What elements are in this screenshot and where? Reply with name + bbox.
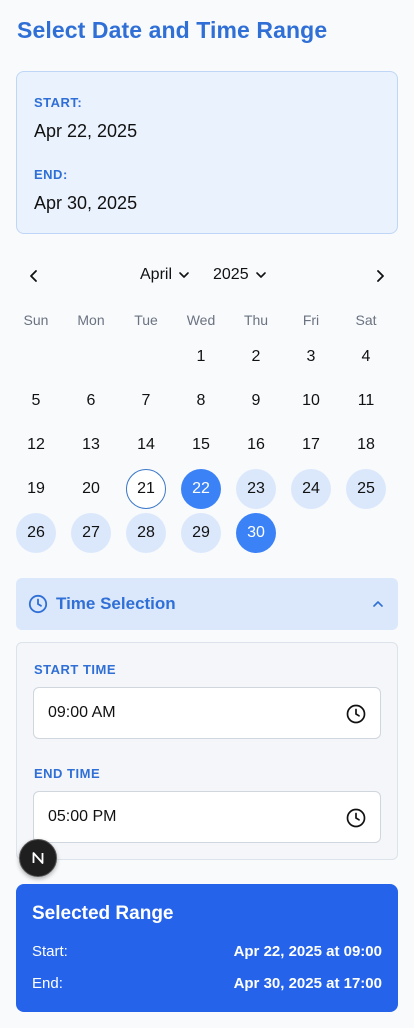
- start-date-value: Apr 22, 2025: [34, 121, 138, 141]
- selected-range-card: Selected Range Start: Apr 22, 2025 at 09…: [16, 884, 398, 1012]
- calendar-day[interactable]: 16: [236, 425, 276, 465]
- end-time-input[interactable]: 05:00 PM: [33, 791, 381, 843]
- time-selection-panel: START TIME 09:00 AM END TIME 05:00 PM: [16, 642, 398, 860]
- calendar-day[interactable]: 25: [346, 469, 386, 509]
- chevron-up-icon: [373, 601, 383, 607]
- prev-month-button[interactable]: [22, 264, 46, 288]
- page-title: Select Date and Time Range: [17, 17, 328, 43]
- weekday-label: Mon: [77, 312, 105, 328]
- weekday-label: Sat: [355, 312, 377, 328]
- end-label: END:: [34, 167, 68, 182]
- next-month-button[interactable]: [368, 264, 392, 288]
- time-selection-toggle[interactable]: Time Selection: [16, 578, 398, 630]
- start-time-input[interactable]: 09:00 AM: [33, 687, 381, 739]
- chevron-right-icon: [377, 270, 384, 282]
- calendar-day[interactable]: 28: [126, 513, 166, 553]
- result-end-key: End:: [32, 975, 63, 992]
- calendar-day[interactable]: 1: [181, 337, 221, 377]
- clock-icon: [28, 594, 48, 614]
- calendar-day[interactable]: 5: [16, 381, 56, 421]
- calendar-day[interactable]: 11: [346, 381, 386, 421]
- start-time-label: START TIME: [34, 662, 117, 677]
- clock-icon[interactable]: [345, 807, 367, 829]
- calendar-day[interactable]: 19: [16, 469, 56, 509]
- weekday-label: Thu: [243, 312, 269, 328]
- year-value: 2025: [213, 266, 249, 283]
- start-time-value: 09:00 AM: [48, 704, 116, 721]
- calendar-day[interactable]: 29: [181, 513, 221, 553]
- month-select[interactable]: April: [140, 266, 190, 284]
- weekday-label: Sun: [23, 312, 49, 328]
- result-start-value: Apr 22, 2025 at 09:00: [233, 943, 382, 960]
- end-time-label: END TIME: [34, 766, 101, 781]
- calendar-day[interactable]: 14: [126, 425, 166, 465]
- weekday-label: Wed: [186, 312, 216, 328]
- calendar-day[interactable]: 8: [181, 381, 221, 421]
- month-value: April: [140, 266, 173, 283]
- calendar-day[interactable]: 18: [346, 425, 386, 465]
- clock-icon[interactable]: [345, 703, 367, 725]
- year-select[interactable]: 2025: [213, 266, 267, 284]
- calendar-day[interactable]: 22: [181, 469, 221, 509]
- dev-tools-button[interactable]: [19, 839, 57, 877]
- calendar-day[interactable]: 24: [291, 469, 331, 509]
- n-logo-icon: [32, 852, 44, 864]
- calendar-day[interactable]: 2: [236, 337, 276, 377]
- result-end-value: Apr 30, 2025 at 17:00: [233, 975, 382, 992]
- calendar-day[interactable]: 23: [236, 469, 276, 509]
- calendar-day[interactable]: 4: [346, 337, 386, 377]
- calendar-day[interactable]: 13: [71, 425, 111, 465]
- calendar-day[interactable]: 17: [291, 425, 331, 465]
- calendar-day[interactable]: 7: [126, 381, 166, 421]
- weekday-label: Tue: [134, 312, 158, 328]
- calendar-day[interactable]: 3: [291, 337, 331, 377]
- chevron-left-icon: [30, 270, 37, 282]
- chevron-down-icon: [255, 272, 266, 278]
- range-summary: START: Apr 22, 2025 END: Apr 30, 2025: [16, 71, 398, 234]
- chevron-down-icon: [179, 272, 189, 278]
- calendar-day[interactable]: 26: [16, 513, 56, 553]
- weekday-label: Fri: [302, 312, 320, 328]
- time-selection-label: Time Selection: [56, 594, 176, 613]
- calendar-day[interactable]: 21: [126, 469, 166, 509]
- end-date-value: Apr 30, 2025: [34, 193, 138, 213]
- calendar-day[interactable]: 12: [16, 425, 56, 465]
- selected-range-title: Selected Range: [32, 903, 174, 924]
- result-start-key: Start:: [32, 943, 68, 960]
- calendar-day[interactable]: 10: [291, 381, 331, 421]
- calendar-day[interactable]: 15: [181, 425, 221, 465]
- calendar-day[interactable]: 27: [71, 513, 111, 553]
- start-label: START:: [34, 95, 83, 110]
- calendar-day[interactable]: 9: [236, 381, 276, 421]
- calendar-day[interactable]: 6: [71, 381, 111, 421]
- end-time-value: 05:00 PM: [48, 808, 117, 825]
- calendar-day[interactable]: 30: [236, 513, 276, 553]
- calendar-day[interactable]: 20: [71, 469, 111, 509]
